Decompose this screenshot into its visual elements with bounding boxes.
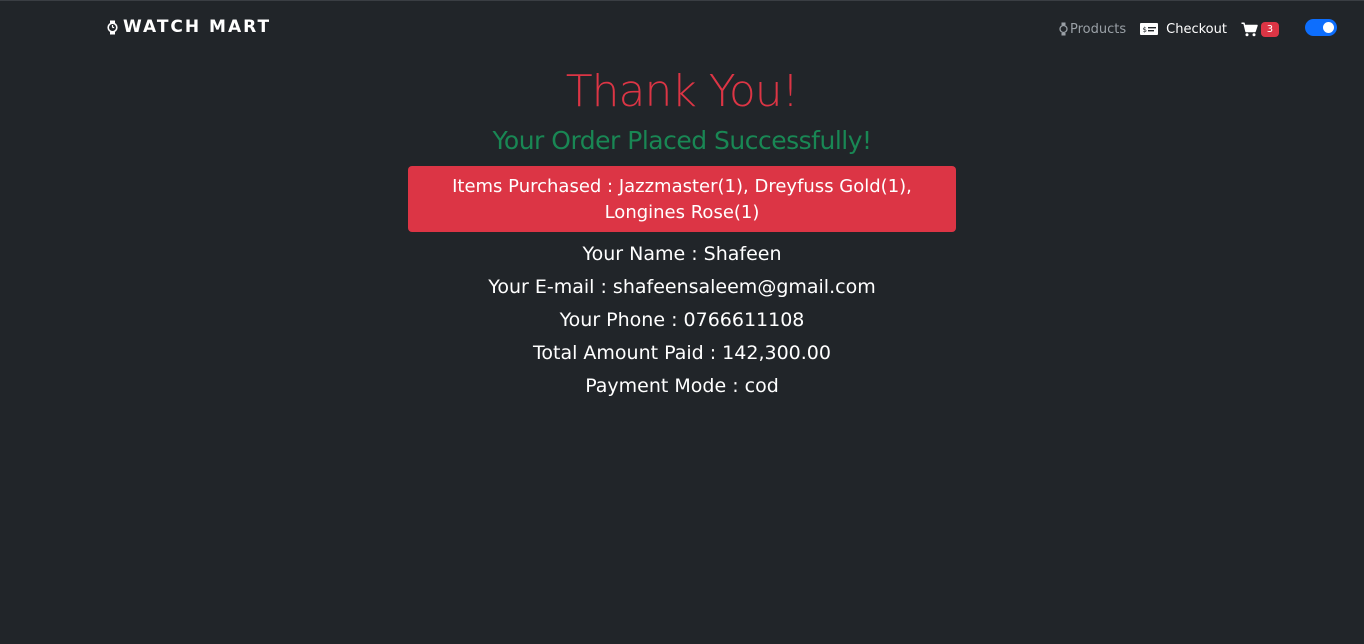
nav-checkout-label: Checkout <box>1166 21 1227 37</box>
page-title: Thank You! <box>565 66 800 117</box>
customer-phone: Your Phone : 0766611108 <box>559 309 805 331</box>
brand-link[interactable]: WATCH MART <box>107 17 271 37</box>
theme-toggle[interactable] <box>1305 19 1337 36</box>
items-purchased-text: Items Purchased : Jazzmaster(1), Dreyfus… <box>452 176 912 223</box>
cart-count-badge: 3 <box>1260 21 1279 37</box>
order-details: Your Name : Shafeen Your E-mail : shafee… <box>0 238 1364 403</box>
navbar: WATCH MART Products $ Checkout 3 <box>0 1 1364 55</box>
total-amount: Total Amount Paid : 142,300.00 <box>533 342 831 364</box>
nav-cart-link[interactable]: 3 <box>1241 21 1279 37</box>
cart-icon <box>1241 21 1258 37</box>
watch-icon <box>1059 22 1068 36</box>
brand-name: WATCH MART <box>123 17 272 37</box>
watch-icon <box>107 20 118 35</box>
nav-products-link[interactable]: Products <box>1059 22 1126 37</box>
customer-email: Your E-mail : shafeensaleem@gmail.com <box>488 276 876 298</box>
items-purchased-alert: Items Purchased : Jazzmaster(1), Dreyfus… <box>408 166 956 232</box>
order-confirmation: Thank You! Your Order Placed Successfull… <box>0 56 1364 403</box>
money-bill-icon: $ <box>1140 23 1159 35</box>
payment-mode: Payment Mode : cod <box>585 375 779 397</box>
success-message: Your Order Placed Successfully! <box>492 126 872 155</box>
customer-name: Your Name : Shafeen <box>582 243 782 265</box>
toggle-knob <box>1323 22 1334 33</box>
svg-text:$: $ <box>1143 26 1147 34</box>
nav-products-label: Products <box>1070 21 1127 37</box>
nav-links: Products $ Checkout 3 <box>1059 18 1279 40</box>
nav-checkout-link[interactable]: $ Checkout <box>1140 22 1227 37</box>
